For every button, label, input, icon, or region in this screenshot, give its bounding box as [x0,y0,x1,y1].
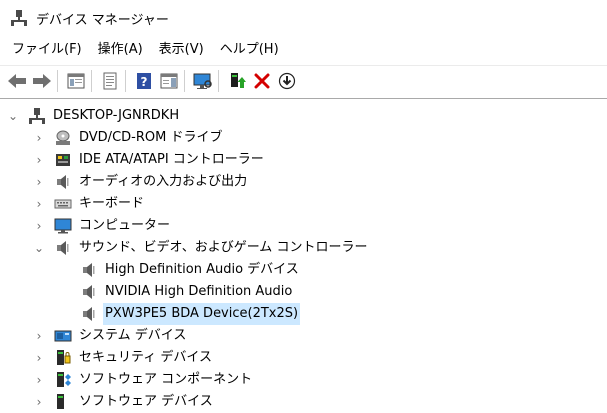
help-icon[interactable]: ? [133,70,155,92]
forward-icon[interactable] [31,70,53,92]
device-tree: ⌄ DESKTOP-JGNRDKH › DVD/CD-ROM ドライブ › ID… [0,98,607,409]
download-icon[interactable] [276,70,298,92]
menu-file[interactable]: ファイル(F) [4,38,90,62]
tree-item-software-device[interactable]: › ソフトウェア デバイス [32,391,215,413]
system-device-icon [54,327,72,345]
svg-text:?: ? [141,75,148,89]
dvd-drive-icon [54,129,72,147]
document-icon[interactable] [99,70,121,92]
tree-item-label: コンピューター [79,218,171,233]
title-bar: デバイス マネージャー [0,0,607,36]
computer-root-icon [28,107,46,125]
toolbar: ? [0,65,607,96]
software-component-icon [54,371,72,389]
tree-child-nvidia-audio[interactable]: NVIDIA High Definition Audio [58,281,294,303]
back-icon[interactable] [6,70,28,92]
chevron-right-icon[interactable]: › [32,329,46,343]
tree-item-label: High Definition Audio デバイス [105,262,299,277]
tree-item-label: ソフトウェア デバイス [79,394,213,409]
speaker-icon [54,173,72,191]
tree-root-label: DESKTOP-JGNRDKH [53,108,180,123]
tree-item-audio-io[interactable]: › オーディオの入力および出力 [32,171,249,193]
toolbar-separator [57,70,58,92]
tree-item-label: セキュリティ デバイス [79,350,212,365]
menu-bar: ファイル(F) 操作(A) 表示(V) ヘルプ(H) [0,38,287,62]
tree-item-keyboard[interactable]: › キーボード [32,193,146,215]
menu-view[interactable]: 表示(V) [151,38,212,62]
tree-child-hd-audio[interactable]: High Definition Audio デバイス [58,259,301,281]
menu-action[interactable]: 操作(A) [90,38,151,62]
ide-controller-icon [54,151,72,169]
chevron-right-icon[interactable]: › [32,131,46,145]
computer-icon [54,217,72,235]
chevron-down-icon[interactable]: ⌄ [32,241,46,255]
toolbar-separator [184,70,185,92]
keyboard-icon [54,195,72,213]
software-device-icon [54,393,72,411]
tree-item-computer[interactable]: › コンピューター [32,215,172,237]
toolbar-separator [91,70,92,92]
tree-item-label: DVD/CD-ROM ドライブ [79,130,223,145]
speaker-icon [80,305,98,323]
chevron-right-icon[interactable]: › [32,197,46,211]
uninstall-icon[interactable] [251,70,273,92]
tree-item-label: キーボード [79,196,145,211]
chevron-right-icon[interactable]: › [32,395,46,409]
speaker-icon [54,239,72,257]
tree-item-label: ソフトウェア コンポーネント [79,372,253,387]
chevron-down-icon[interactable]: ⌄ [6,109,20,123]
tree-item-label: システム デバイス [79,328,187,343]
window-title: デバイス マネージャー [36,12,169,28]
tree-item-software-component[interactable]: › ソフトウェア コンポーネント [32,369,254,391]
menu-help[interactable]: ヘルプ(H) [212,38,287,62]
device-manager-icon [10,9,28,27]
tree-child-pxw3pe5[interactable]: PXW3PE5 BDA Device(2Tx2S) [58,303,301,325]
chevron-right-icon[interactable]: › [32,373,46,387]
tree-item-label: NVIDIA High Definition Audio [105,284,293,299]
speaker-icon [80,283,98,301]
tree-root[interactable]: ⌄ DESKTOP-JGNRDKH [6,105,181,127]
tree-item-sound-video[interactable]: ⌄ サウンド、ビデオ、およびゲーム コントローラー [32,237,369,259]
tree-item-ide[interactable]: › IDE ATA/ATAPI コントローラー [32,149,266,171]
tree-item-label: オーディオの入力および出力 [79,174,248,189]
chevron-right-icon[interactable]: › [32,175,46,189]
tree-item-dvd[interactable]: › DVD/CD-ROM ドライブ [32,127,224,149]
toolbar-separator [218,70,219,92]
tree-item-label: サウンド、ビデオ、およびゲーム コントローラー [79,240,368,255]
tree-item-label: IDE ATA/ATAPI コントローラー [79,152,264,167]
speaker-icon [80,261,98,279]
properties-pane-icon[interactable] [65,70,87,92]
security-device-icon [54,349,72,367]
monitor-scan-icon[interactable] [192,70,214,92]
tree-item-label: PXW3PE5 BDA Device(2Tx2S) [103,303,301,325]
action-pane-icon[interactable] [158,70,180,92]
chevron-right-icon[interactable]: › [32,153,46,167]
chevron-right-icon[interactable]: › [32,219,46,233]
tree-item-system[interactable]: › システム デバイス [32,325,188,347]
update-driver-icon[interactable] [226,70,248,92]
tree-item-security[interactable]: › セキュリティ デバイス [32,347,214,369]
toolbar-separator [125,70,126,92]
chevron-right-icon[interactable]: › [32,351,46,365]
